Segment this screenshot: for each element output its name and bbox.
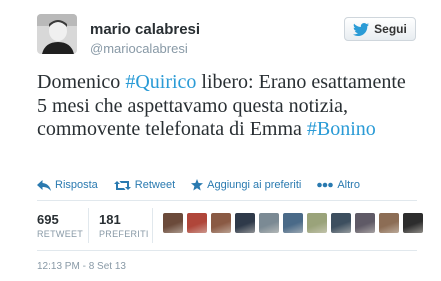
stat-separator: [88, 208, 89, 243]
favoriter-avatars: [163, 213, 423, 233]
favoriter-avatar[interactable]: [211, 213, 231, 233]
favorite-count[interactable]: 181 PREFERITI: [99, 212, 149, 239]
retweet-count-label: RETWEET: [37, 229, 84, 239]
favoriter-avatar[interactable]: [283, 213, 303, 233]
more-action[interactable]: Altro: [317, 179, 360, 191]
reply-action[interactable]: Risposta: [37, 179, 98, 191]
retweet-count-number: 695: [37, 212, 59, 227]
divider: [37, 200, 417, 201]
follow-button[interactable]: Segui: [344, 17, 416, 41]
hashtag-label: Bonino: [316, 118, 376, 140]
favorite-count-number: 181: [99, 212, 121, 227]
twitter-bird-icon: [353, 22, 370, 36]
follow-button-label: Segui: [374, 22, 407, 36]
tweet-actions: Risposta Retweet Aggiungi ai preferiti A…: [37, 179, 360, 191]
hashtag-label: Quirico: [135, 71, 197, 93]
timestamp[interactable]: 12:13 PM - 8 Set 13: [37, 261, 126, 272]
favoriter-avatar[interactable]: [379, 213, 399, 233]
hashtag-link[interactable]: #Quirico: [125, 71, 196, 93]
tweet-text: Domenico #Quirico libero: Erano esattame…: [37, 71, 417, 142]
divider: [37, 250, 417, 251]
more-label: Altro: [337, 179, 360, 191]
favoriter-avatar[interactable]: [403, 213, 423, 233]
star-icon: [191, 179, 204, 191]
favorite-label: Aggiungi ai preferiti: [207, 179, 302, 191]
retweet-count[interactable]: 695 RETWEET: [37, 212, 83, 239]
user-name[interactable]: mario calabresi: [90, 21, 200, 38]
favorite-action[interactable]: Aggiungi ai preferiti: [191, 179, 301, 191]
hash-symbol: #: [306, 118, 317, 140]
favoriter-avatar[interactable]: [235, 213, 255, 233]
reply-icon: [37, 179, 51, 191]
user-handle[interactable]: @mariocalabresi: [90, 41, 188, 56]
stat-separator: [152, 208, 153, 243]
retweet-label: Retweet: [134, 179, 176, 191]
hash-symbol: #: [125, 71, 136, 93]
favoriter-avatar[interactable]: [163, 213, 183, 233]
retweet-icon: [113, 180, 131, 190]
favoriter-avatar[interactable]: [307, 213, 327, 233]
hashtag-link[interactable]: #Bonino: [307, 118, 376, 140]
retweet-action[interactable]: Retweet: [113, 179, 176, 191]
avatar[interactable]: [37, 14, 77, 54]
favoriter-avatar[interactable]: [331, 213, 351, 233]
tweet-text-part: Domenico: [37, 71, 126, 93]
favoriter-avatar[interactable]: [355, 213, 375, 233]
more-dots-icon: [317, 182, 334, 188]
favorite-count-label: PREFERITI: [99, 229, 149, 239]
favoriter-avatar[interactable]: [187, 213, 207, 233]
favoriter-avatar[interactable]: [259, 213, 279, 233]
reply-label: Risposta: [55, 179, 98, 191]
